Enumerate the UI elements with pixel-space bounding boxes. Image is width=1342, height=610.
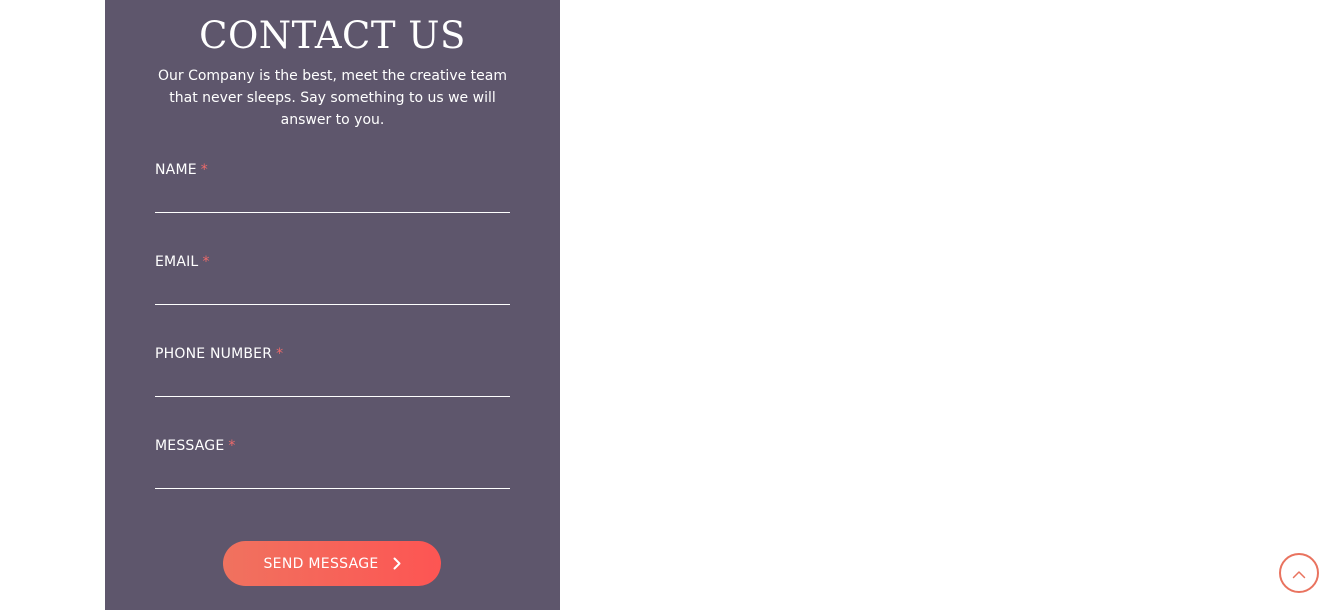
send-message-label: SEND MESSAGE	[263, 555, 379, 572]
message-field-group: MESSAGE *	[155, 436, 510, 489]
required-mark: *	[200, 162, 208, 178]
phone-input[interactable]	[155, 368, 510, 397]
contact-panel: CONTACT US Our Company is the best, meet…	[105, 0, 560, 610]
message-label-text: MESSAGE	[155, 438, 225, 454]
chevron-right-icon	[393, 557, 401, 570]
email-field-group: EMAIL *	[155, 252, 510, 305]
name-label: NAME *	[155, 160, 510, 180]
message-input[interactable]	[155, 460, 510, 489]
email-input[interactable]	[155, 276, 510, 305]
contact-description: Our Company is the best, meet the creati…	[157, 68, 507, 128]
phone-label-text: PHONE NUMBER	[155, 346, 273, 362]
name-label-text: NAME	[155, 162, 197, 178]
chevron-up-icon	[1292, 564, 1306, 583]
required-mark: *	[228, 438, 236, 454]
required-mark: *	[276, 346, 284, 362]
required-mark: *	[202, 254, 210, 270]
scroll-to-top-button[interactable]	[1279, 553, 1319, 593]
email-label: EMAIL *	[155, 252, 510, 272]
name-field-group: NAME *	[155, 160, 510, 213]
phone-field-group: PHONE NUMBER *	[155, 344, 510, 397]
page-title: CONTACT US	[199, 14, 466, 57]
send-message-button[interactable]: SEND MESSAGE	[223, 541, 441, 586]
phone-label: PHONE NUMBER *	[155, 344, 510, 364]
name-input[interactable]	[155, 184, 510, 213]
email-label-text: EMAIL	[155, 254, 199, 270]
message-label: MESSAGE *	[155, 436, 510, 456]
